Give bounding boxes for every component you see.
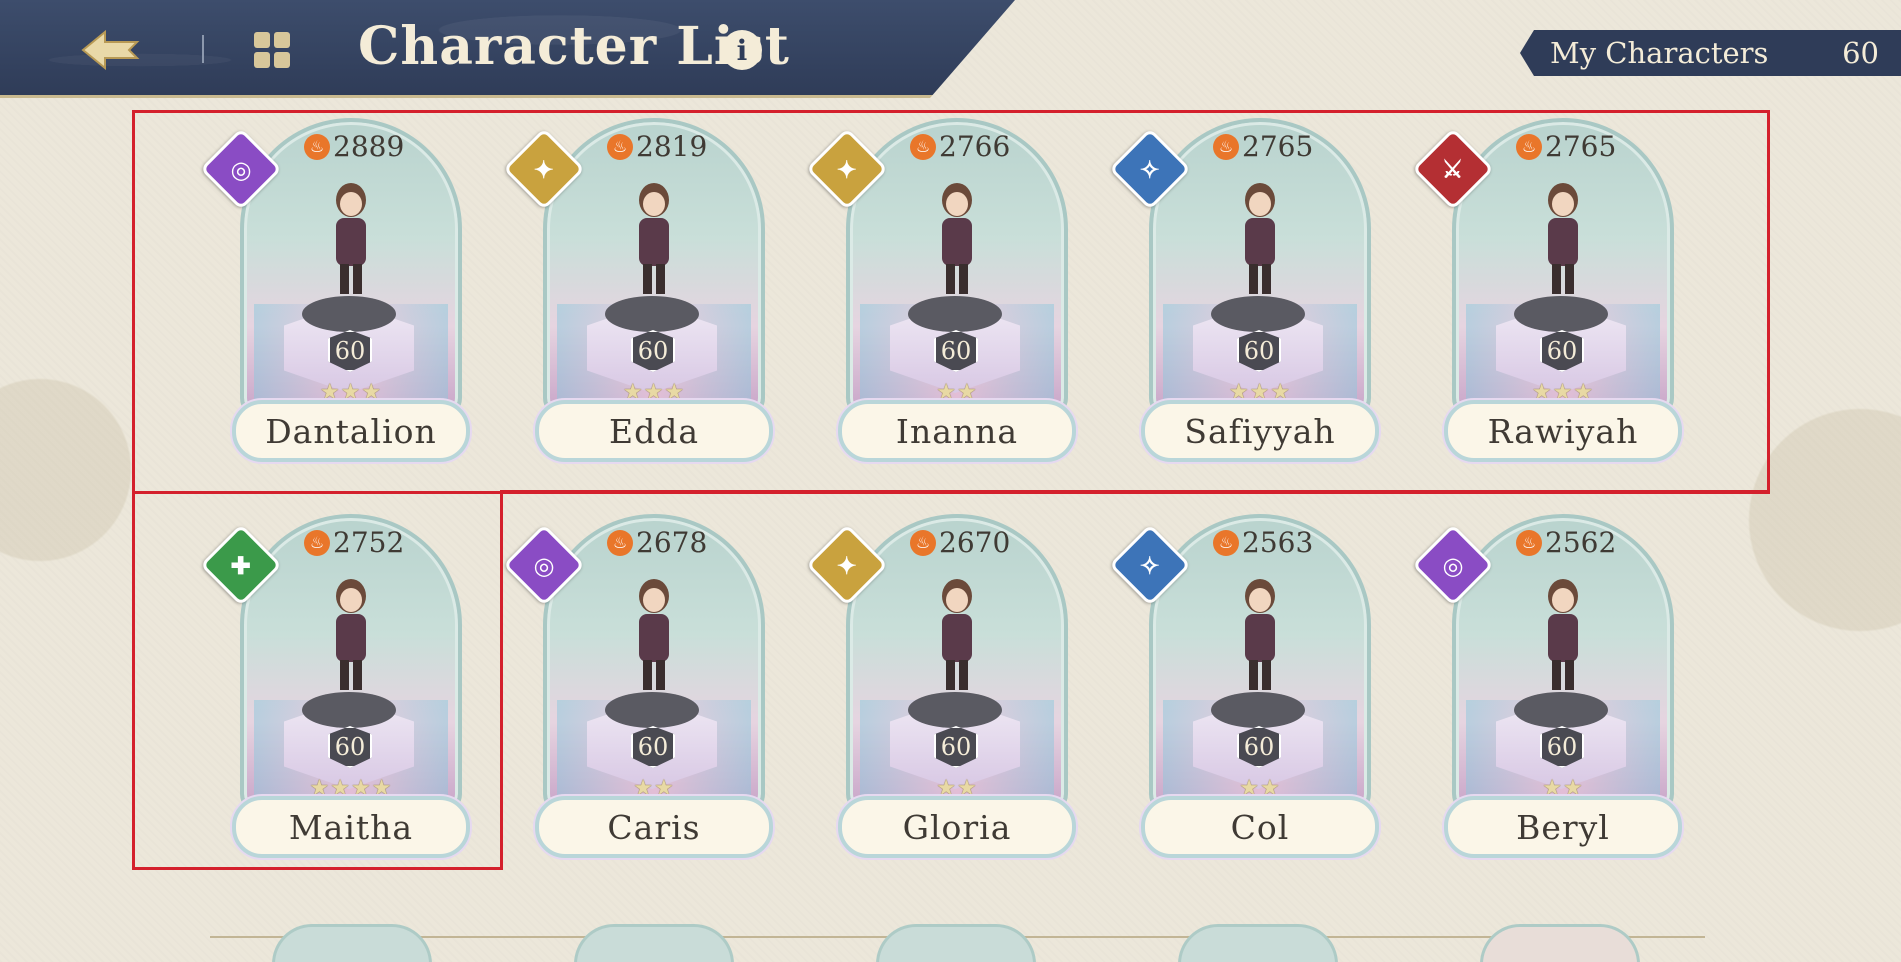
power-value: 2889: [333, 130, 405, 163]
character-name: Safiyyah: [1141, 400, 1379, 462]
character-card[interactable]: 60 ★★ Gloria ♨ 2670 ✦: [805, 514, 1076, 858]
flame-icon: ♨: [304, 133, 330, 160]
back-arrow-icon: [81, 29, 140, 71]
character-sprite: [336, 579, 366, 690]
character-card[interactable]: 60 ★★ Caris ♨ 2678 ◎: [502, 514, 773, 858]
character-name: Gloria: [838, 796, 1076, 858]
power-value: 2752: [333, 526, 405, 559]
element-glyph: ⚔: [1442, 154, 1464, 184]
power-value: 2670: [939, 526, 1011, 559]
power-display: ♨ 2889: [304, 130, 404, 163]
power-value: 2562: [1545, 526, 1617, 559]
power-value: 2765: [1242, 130, 1314, 163]
character-card[interactable]: 60 ★★ Inanna ♨ 2766 ✦: [805, 118, 1076, 462]
partial-card[interactable]: [1178, 924, 1338, 962]
partial-card[interactable]: [1480, 924, 1640, 962]
power-value: 2819: [636, 130, 708, 163]
character-name: Col: [1141, 796, 1379, 858]
partial-card[interactable]: [272, 924, 432, 962]
power-display: ♨ 2563: [1213, 526, 1313, 559]
element-glyph: ✦: [836, 550, 858, 580]
flame-icon: ♨: [304, 529, 330, 556]
my-characters-counter: My Characters 60: [1520, 30, 1901, 76]
collection-button[interactable]: [250, 28, 294, 72]
power-value: 2765: [1545, 130, 1617, 163]
character-sprite: [1548, 183, 1578, 294]
flame-icon: ♨: [910, 133, 936, 160]
flame-icon: ♨: [1516, 529, 1542, 556]
back-button[interactable]: [78, 22, 144, 78]
character-sprite: [1245, 579, 1275, 690]
partial-card[interactable]: [574, 924, 734, 962]
power-value: 2678: [636, 526, 708, 559]
character-sprite: [942, 183, 972, 294]
flame-icon: ♨: [910, 529, 936, 556]
character-name: Maitha: [232, 796, 470, 858]
power-display: ♨ 2678: [607, 526, 707, 559]
character-card[interactable]: 60 ★★★★ Maitha ♨ 2752 ✚: [199, 514, 470, 858]
flame-icon: ♨: [1213, 529, 1239, 556]
power-value: 2563: [1242, 526, 1314, 559]
power-display: ♨ 2752: [304, 526, 404, 559]
power-display: ♨ 2766: [910, 130, 1010, 163]
character-name: Edda: [535, 400, 773, 462]
power-display: ♨ 2670: [910, 526, 1010, 559]
flame-icon: ♨: [1213, 133, 1239, 160]
flame-icon: ♨: [607, 133, 633, 160]
character-name: Caris: [535, 796, 773, 858]
element-glyph: ◎: [1442, 550, 1464, 580]
character-sprite: [336, 183, 366, 294]
power-display: ♨ 2819: [607, 130, 707, 163]
character-name: Inanna: [838, 400, 1076, 462]
character-card[interactable]: 60 ★★★ Dantalion ♨ 2889 ◎: [199, 118, 470, 462]
my-characters-label: My Characters: [1550, 36, 1769, 70]
character-card[interactable]: 60 ★★★ Safiyyah ♨ 2765 ✧: [1108, 118, 1379, 462]
power-display: ♨ 2765: [1213, 130, 1313, 163]
character-sprite: [639, 183, 669, 294]
character-sprite: [1548, 579, 1578, 690]
partial-card[interactable]: [876, 924, 1036, 962]
info-icon[interactable]: i: [722, 30, 762, 70]
element-glyph: ✧: [1139, 550, 1161, 580]
character-name: Beryl: [1444, 796, 1682, 858]
element-glyph: ✦: [533, 154, 555, 184]
element-glyph: ✚: [230, 550, 252, 580]
element-glyph: ◎: [533, 550, 555, 580]
power-value: 2766: [939, 130, 1011, 163]
element-glyph: ✧: [1139, 154, 1161, 184]
character-name: Dantalion: [232, 400, 470, 462]
character-sprite: [942, 579, 972, 690]
character-card[interactable]: 60 ★★ Col ♨ 2563 ✧: [1108, 514, 1379, 858]
character-card[interactable]: 60 ★★ Beryl ♨ 2562 ◎: [1411, 514, 1682, 858]
character-sprite: [639, 579, 669, 690]
element-glyph: ✦: [836, 154, 858, 184]
character-card[interactable]: 60 ★★★ Rawiyah ♨ 2765 ⚔: [1411, 118, 1682, 462]
character-name: Rawiyah: [1444, 400, 1682, 462]
power-display: ♨ 2562: [1516, 526, 1616, 559]
flame-icon: ♨: [1516, 133, 1542, 160]
grid-icon: [254, 32, 290, 68]
character-card[interactable]: 60 ★★★ Edda ♨ 2819 ✦: [502, 118, 773, 462]
character-sprite: [1245, 183, 1275, 294]
header-separator: [202, 35, 204, 63]
flame-icon: ♨: [607, 529, 633, 556]
my-characters-count: 60: [1842, 36, 1879, 70]
element-glyph: ◎: [230, 154, 252, 184]
power-display: ♨ 2765: [1516, 130, 1616, 163]
